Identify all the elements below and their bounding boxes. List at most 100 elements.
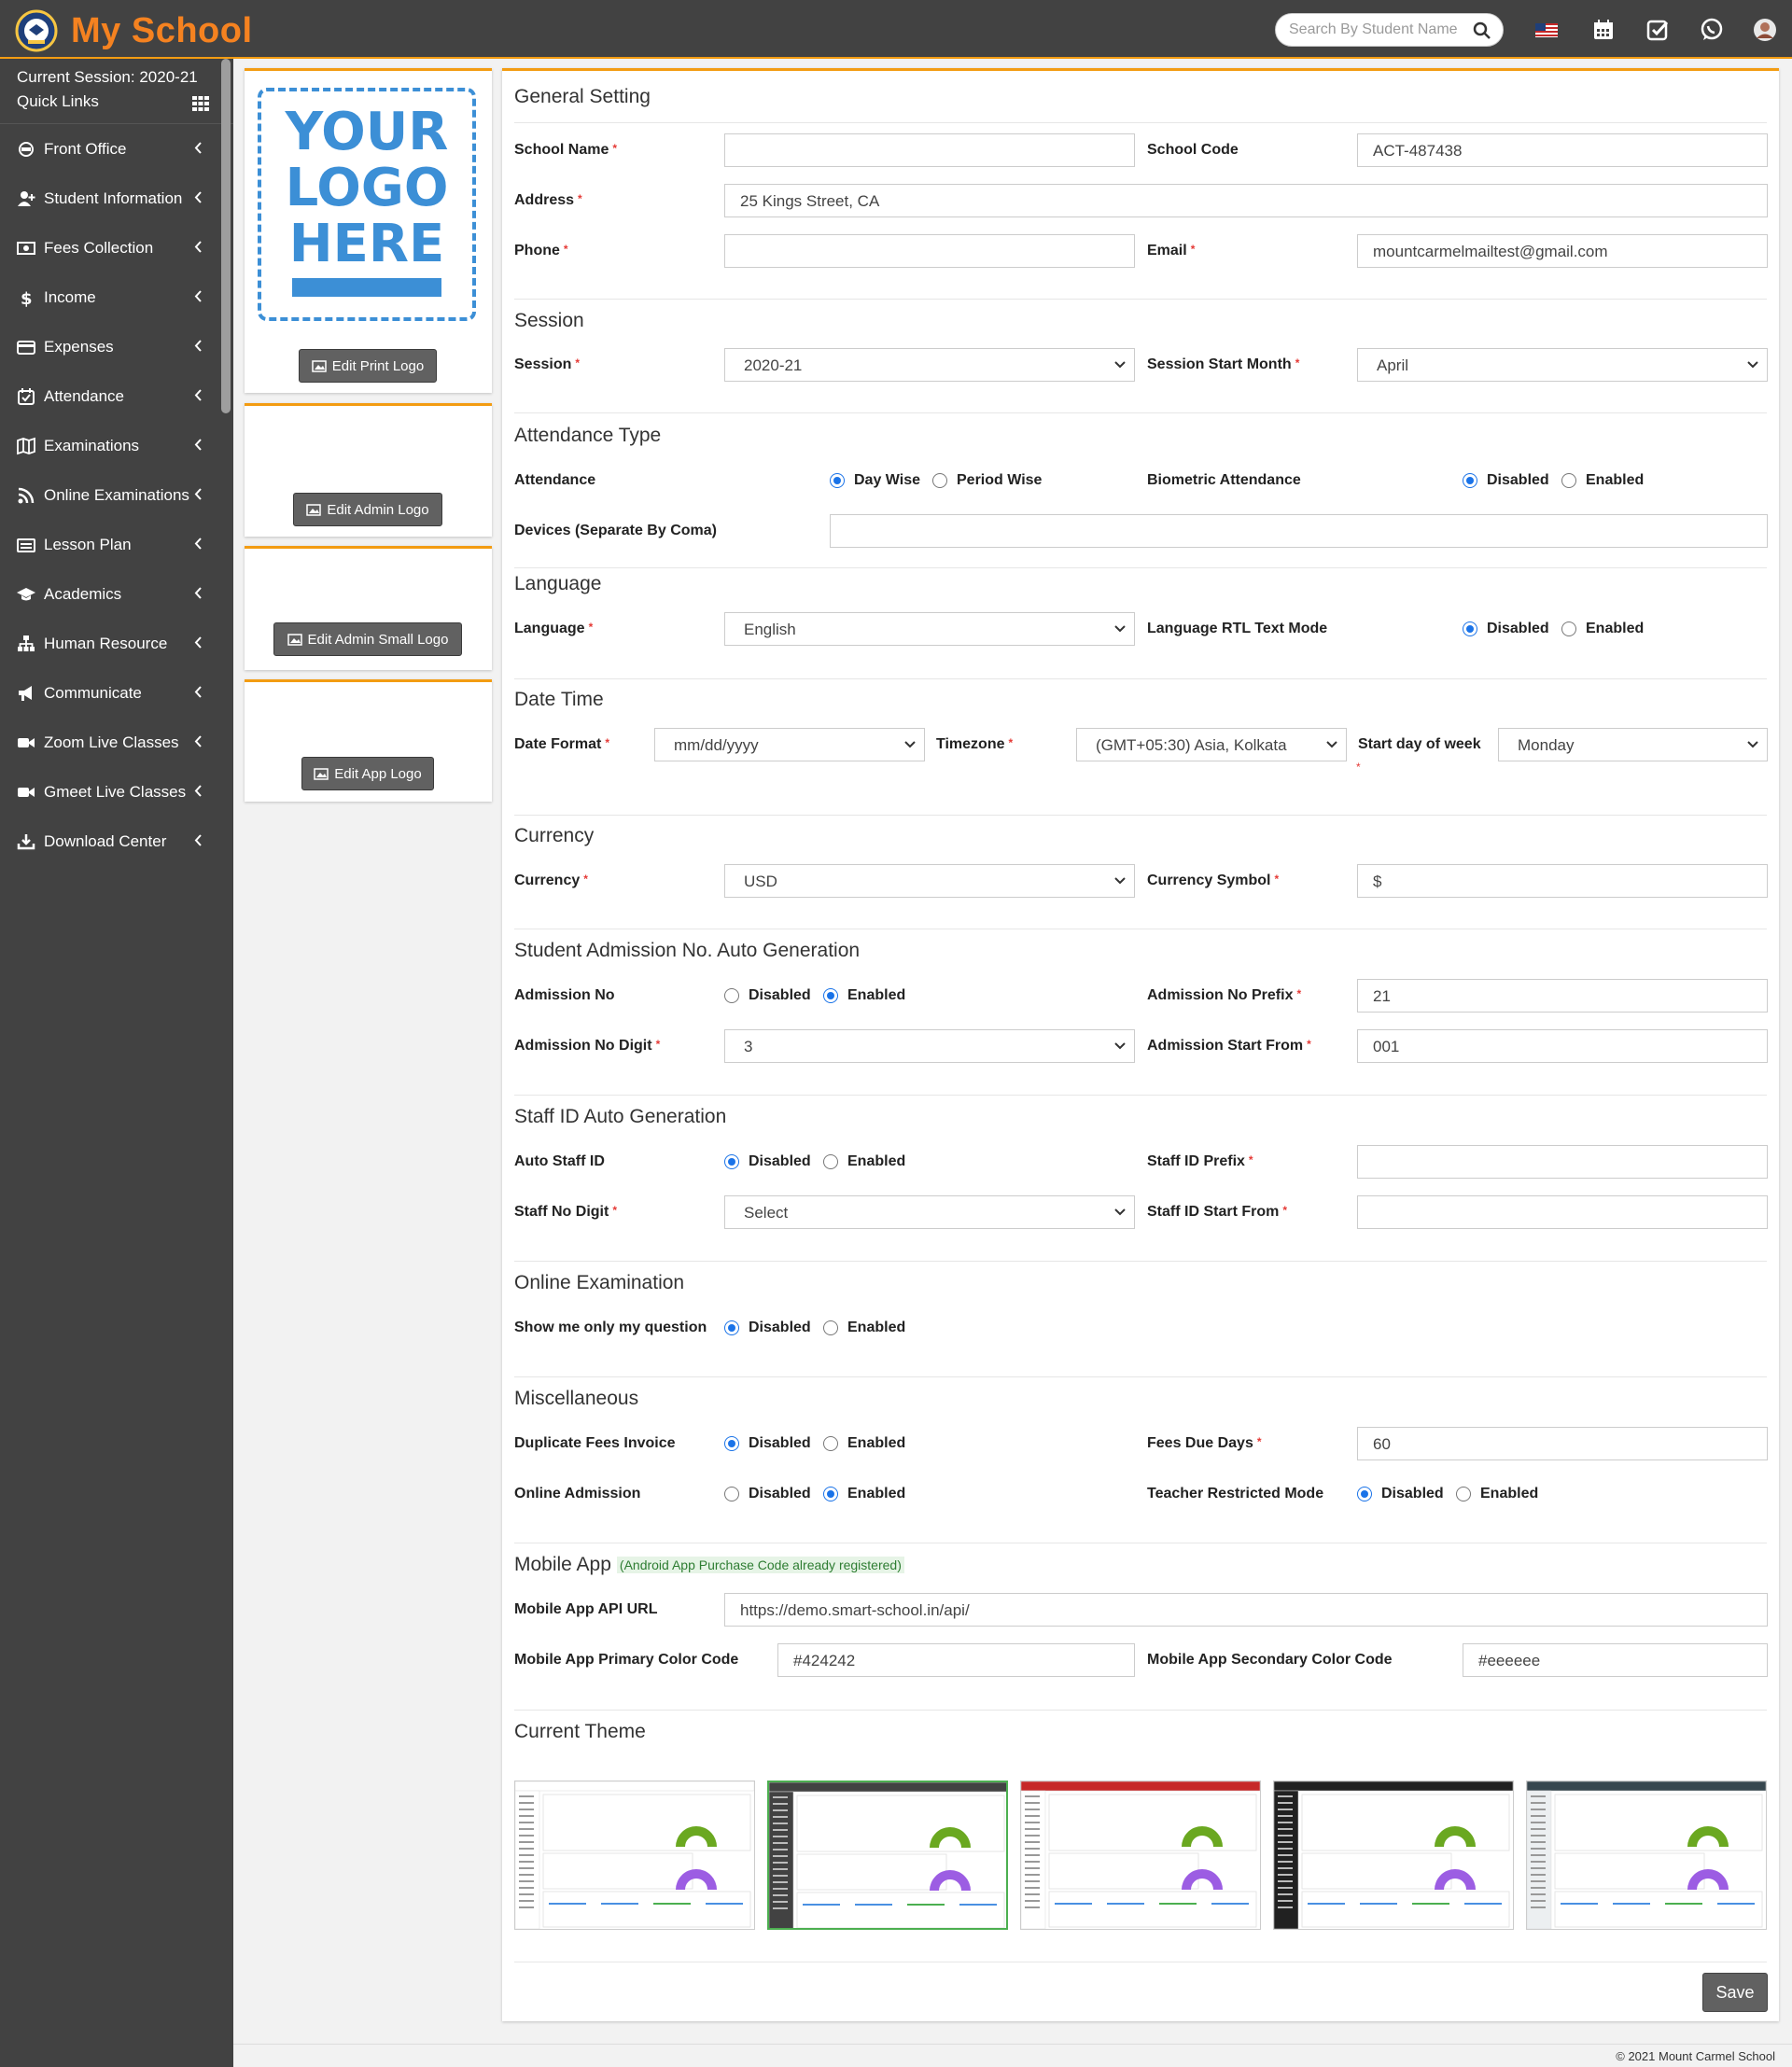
staff-enabled-radio[interactable]: Enabled: [823, 1153, 905, 1170]
teacher-restricted-enabled-radio[interactable]: Enabled: [1456, 1486, 1538, 1502]
sidebar-item-homework[interactable]: Homework: [0, 866, 222, 871]
admission-start-input[interactable]: 001: [1357, 1029, 1768, 1063]
sidebar-item-student-information[interactable]: Student Information: [0, 174, 222, 223]
theme-option-black[interactable]: [1273, 1781, 1514, 1930]
admin-small-logo-panel: Edit Admin Small Logo: [245, 546, 492, 670]
datetime-section-title: Date Time: [514, 689, 604, 710]
week-start-select[interactable]: Monday: [1498, 728, 1768, 761]
edit-admin-small-logo-button[interactable]: Edit Admin Small Logo: [273, 622, 462, 656]
rtl-disabled-radio[interactable]: Disabled: [1463, 621, 1549, 637]
sidebar-item-income[interactable]: $ Income: [0, 272, 222, 322]
teacher-restricted-label: Teacher Restricted Mode: [1147, 1486, 1324, 1501]
image-icon: [287, 633, 302, 646]
biometric-disabled-radio[interactable]: Disabled: [1463, 472, 1549, 489]
staff-disabled-radio[interactable]: Disabled: [724, 1153, 811, 1170]
sidebar-item-label: Attendance: [44, 386, 125, 405]
search-icon[interactable]: [1473, 21, 1491, 40]
theme-option-navy[interactable]: [1526, 1781, 1767, 1930]
devices-input[interactable]: [830, 514, 1768, 548]
sidebar-item-communicate[interactable]: Communicate: [0, 668, 222, 718]
admission-disabled-radio[interactable]: Disabled: [724, 987, 811, 1004]
fees-due-days-input[interactable]: 60: [1357, 1427, 1768, 1460]
phone-input[interactable]: [724, 234, 1135, 268]
session-select[interactable]: 2020-21: [724, 348, 1135, 382]
sidebar-item-label: Student Information: [44, 189, 183, 207]
online-admission-enabled-radio[interactable]: Enabled: [823, 1486, 905, 1502]
sidebar-item-download-center[interactable]: Download Center: [0, 817, 222, 866]
staff-digit-select[interactable]: Select: [724, 1195, 1135, 1229]
address-input[interactable]: 25 Kings Street, CA: [724, 184, 1768, 217]
theme-option-default[interactable]: [514, 1781, 755, 1930]
mobile-api-url-input[interactable]: https://demo.smart-school.in/api/: [724, 1593, 1768, 1627]
date-format-select[interactable]: mm/dd/yyyy: [654, 728, 925, 761]
currency-select[interactable]: USD: [724, 864, 1135, 898]
currency-label: Currency *: [514, 873, 588, 888]
biometric-enabled-radio[interactable]: Enabled: [1561, 472, 1644, 489]
show-question-disabled-radio[interactable]: Disabled: [724, 1320, 811, 1336]
sidebar: Current Session: 2020-21 Quick Links Fro…: [0, 59, 233, 2067]
staff-start-input[interactable]: [1357, 1195, 1768, 1229]
whatsapp-icon[interactable]: [1700, 18, 1724, 42]
online-admission-disabled-radio[interactable]: Disabled: [724, 1486, 811, 1502]
grid-icon[interactable]: [192, 96, 209, 111]
search-input[interactable]: [1289, 21, 1466, 38]
check-square-icon[interactable]: [1645, 18, 1670, 42]
admission-digit-select[interactable]: 3: [724, 1029, 1135, 1063]
rtl-enabled-radio[interactable]: Enabled: [1561, 621, 1644, 637]
sidebar-item-gmeet-live-classes[interactable]: Gmeet Live Classes: [0, 767, 222, 817]
admission-enabled-radio[interactable]: Enabled: [823, 987, 905, 1004]
edit-app-logo-button[interactable]: Edit App Logo: [301, 757, 434, 790]
student-search[interactable]: [1275, 13, 1504, 47]
chevron-down-icon: [1114, 1208, 1126, 1216]
flag-us-icon[interactable]: [1534, 18, 1559, 42]
divider: [514, 122, 1767, 123]
theme-option-dark-green[interactable]: [767, 1781, 1008, 1930]
sidebar-item-human-resource[interactable]: Human Resource: [0, 619, 222, 668]
school-code-input[interactable]: ACT-487438: [1357, 133, 1768, 167]
sidebar-item-attendance[interactable]: Attendance: [0, 371, 222, 421]
chevron-left-icon: [194, 439, 202, 451]
email-input[interactable]: mountcarmelmailtest@gmail.com: [1357, 234, 1768, 268]
staff-digit-label: Staff No Digit *: [514, 1204, 617, 1220]
sidebar-item-academics[interactable]: Academics: [0, 569, 222, 619]
brand[interactable]: My School: [15, 9, 253, 52]
duplicate-fees-disabled-radio[interactable]: Disabled: [724, 1435, 811, 1452]
attendance-day-wise-radio[interactable]: Day Wise: [830, 472, 920, 489]
show-question-enabled-radio[interactable]: Enabled: [823, 1320, 905, 1336]
theme-option-red[interactable]: [1020, 1781, 1261, 1930]
save-button[interactable]: Save: [1702, 1973, 1768, 2012]
quick-links[interactable]: Quick Links: [17, 92, 217, 111]
school-name-input[interactable]: [724, 133, 1135, 167]
sidebar-item-expenses[interactable]: Expenses: [0, 322, 222, 371]
admission-digit-label: Admission No Digit *: [514, 1038, 661, 1054]
sidebar-item-examinations[interactable]: Examinations: [0, 421, 222, 470]
chevron-down-icon: [1747, 361, 1758, 369]
sidebar-item-fees-collection[interactable]: Fees Collection: [0, 223, 222, 272]
download-icon: [17, 833, 35, 849]
duplicate-fees-enabled-radio[interactable]: Enabled: [823, 1435, 905, 1452]
sidebar-scrollbar[interactable]: [221, 59, 231, 413]
sidebar-item-zoom-live-classes[interactable]: Zoom Live Classes: [0, 718, 222, 767]
sidebar-item-label: Expenses: [44, 337, 114, 356]
teacher-restricted-disabled-radio[interactable]: Disabled: [1357, 1486, 1444, 1502]
primary-color-input[interactable]: #424242: [777, 1643, 1135, 1677]
sidebar-item-lesson-plan[interactable]: Lesson Plan: [0, 520, 222, 569]
language-select[interactable]: English: [724, 612, 1135, 646]
mobile-section-title: Mobile App (Android App Purchase Code alr…: [514, 1554, 904, 1576]
user-avatar-icon[interactable]: [1753, 18, 1777, 42]
edit-admin-logo-button[interactable]: Edit Admin Logo: [293, 493, 442, 526]
currency-symbol-input[interactable]: $: [1357, 864, 1768, 898]
footer: © 2021 Mount Carmel School: [233, 2044, 1792, 2067]
session-info: Current Session: 2020-21 Quick Links: [0, 59, 233, 124]
sidebar-item-online-examinations[interactable]: Online Examinations: [0, 470, 222, 520]
secondary-color-input[interactable]: #eeeeee: [1463, 1643, 1768, 1677]
attendance-period-wise-radio[interactable]: Period Wise: [932, 472, 1042, 489]
session-start-month-select[interactable]: April: [1357, 348, 1768, 382]
staff-section-title: Staff ID Auto Generation: [514, 1106, 727, 1127]
staff-prefix-input[interactable]: [1357, 1145, 1768, 1179]
sidebar-item-front-office[interactable]: Front Office: [0, 124, 222, 174]
calendar-icon[interactable]: [1591, 18, 1616, 42]
admission-prefix-input[interactable]: 21: [1357, 979, 1768, 1013]
timezone-select[interactable]: (GMT+05:30) Asia, Kolkata: [1076, 728, 1347, 761]
edit-print-logo-button[interactable]: Edit Print Logo: [299, 349, 437, 383]
